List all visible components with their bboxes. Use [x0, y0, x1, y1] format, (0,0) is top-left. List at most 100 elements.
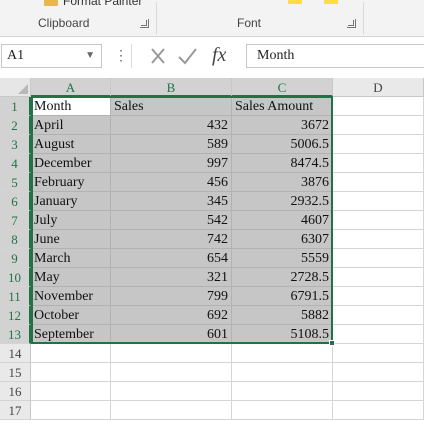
cell-b2[interactable]: 432 [111, 116, 232, 135]
row-header-1[interactable]: 1 [0, 97, 31, 116]
row-header-5[interactable]: 5 [0, 173, 31, 192]
cancel-icon[interactable] [146, 44, 170, 68]
cell-b15[interactable] [111, 363, 232, 382]
cell-c2[interactable]: 3672 [232, 116, 333, 135]
cell-d16[interactable] [333, 382, 424, 401]
cell-b16[interactable] [111, 382, 232, 401]
format-painter-icon[interactable] [44, 0, 58, 6]
format-painter-button[interactable]: Format Painter [63, 0, 142, 8]
cell-b6[interactable]: 345 [111, 192, 232, 211]
cell-d9[interactable] [333, 249, 424, 268]
cell-c13[interactable]: 5108.5 [232, 325, 333, 344]
cell-a1[interactable]: Month [31, 97, 111, 116]
row-header-15[interactable]: 15 [0, 363, 31, 382]
cell-a5[interactable]: February [31, 173, 111, 192]
cell-c10[interactable]: 2728.5 [232, 268, 333, 287]
row-header-9[interactable]: 9 [0, 249, 31, 268]
cell-a7[interactable]: July [31, 211, 111, 230]
cell-c14[interactable] [232, 344, 333, 363]
more-options-icon[interactable]: ⋮ [114, 47, 128, 64]
cell-d6[interactable] [333, 192, 424, 211]
cell-b5[interactable]: 456 [111, 173, 232, 192]
row-header-6[interactable]: 6 [0, 192, 31, 211]
cell-c12[interactable]: 5882 [232, 306, 333, 325]
cell-b14[interactable] [111, 344, 232, 363]
highlight-color-icon[interactable] [288, 0, 302, 4]
cell-c8[interactable]: 6307 [232, 230, 333, 249]
cell-c1[interactable]: Sales Amount [232, 97, 333, 116]
row-header-11[interactable]: 11 [0, 287, 31, 306]
cell-c6[interactable]: 2932.5 [232, 192, 333, 211]
cell-c5[interactable]: 3876 [232, 173, 333, 192]
cell-b10[interactable]: 321 [111, 268, 232, 287]
cell-d14[interactable] [333, 344, 424, 363]
chevron-down-icon[interactable]: ▼ [85, 50, 95, 61]
cell-b8[interactable]: 742 [111, 230, 232, 249]
cell-a9[interactable]: March [31, 249, 111, 268]
select-all-corner[interactable] [0, 78, 31, 97]
cell-a12[interactable]: October [31, 306, 111, 325]
row-header-4[interactable]: 4 [0, 154, 31, 173]
cell-d1[interactable] [333, 97, 424, 116]
cell-b7[interactable]: 542 [111, 211, 232, 230]
cell-a6[interactable]: January [31, 192, 111, 211]
enter-check-icon[interactable] [175, 44, 199, 68]
formula-input[interactable]: Month [246, 44, 424, 68]
cell-b3[interactable]: 589 [111, 135, 232, 154]
cell-a17[interactable] [31, 401, 111, 420]
cell-d12[interactable] [333, 306, 424, 325]
cell-c9[interactable]: 5559 [232, 249, 333, 268]
cell-b11[interactable]: 799 [111, 287, 232, 306]
cell-a10[interactable]: May [31, 268, 111, 287]
cell-b13[interactable]: 601 [111, 325, 232, 344]
cell-a8[interactable]: June [31, 230, 111, 249]
cell-b12[interactable]: 692 [111, 306, 232, 325]
cell-a13[interactable]: September [31, 325, 111, 344]
row-header-10[interactable]: 10 [0, 268, 31, 287]
cell-a16[interactable] [31, 382, 111, 401]
row-header-2[interactable]: 2 [0, 116, 31, 135]
cell-c17[interactable] [232, 401, 333, 420]
cell-b9[interactable]: 654 [111, 249, 232, 268]
name-box[interactable]: A1 ▼ [1, 44, 102, 68]
cell-a15[interactable] [31, 363, 111, 382]
row-header-17[interactable]: 17 [0, 401, 31, 420]
row-header-3[interactable]: 3 [0, 135, 31, 154]
cell-d3[interactable] [333, 135, 424, 154]
cell-c3[interactable]: 5006.5 [232, 135, 333, 154]
column-header-c[interactable]: C [232, 78, 333, 97]
cell-b1[interactable]: Sales [111, 97, 232, 116]
row-header-13[interactable]: 13 [0, 325, 31, 344]
font-color-icon[interactable] [324, 0, 338, 4]
cell-c7[interactable]: 4607 [232, 211, 333, 230]
cell-c16[interactable] [232, 382, 333, 401]
cell-d8[interactable] [333, 230, 424, 249]
cell-b4[interactable]: 997 [111, 154, 232, 173]
cell-d10[interactable] [333, 268, 424, 287]
cell-a11[interactable]: November [31, 287, 111, 306]
cell-a14[interactable] [31, 344, 111, 363]
cell-a2[interactable]: April [31, 116, 111, 135]
cell-b17[interactable] [111, 401, 232, 420]
cell-a4[interactable]: December [31, 154, 111, 173]
cell-a3[interactable]: August [31, 135, 111, 154]
column-header-b[interactable]: B [111, 78, 232, 97]
spreadsheet-grid[interactable]: A B C D 1 Month Sales Sales Amount 2 April 432 3672… [0, 78, 424, 423]
font-dialog-launcher-icon[interactable] [347, 19, 356, 28]
column-header-d[interactable]: D [333, 78, 424, 97]
cell-c15[interactable] [232, 363, 333, 382]
cell-d13[interactable] [333, 325, 424, 344]
fill-handle[interactable] [329, 340, 335, 346]
cell-d7[interactable] [333, 211, 424, 230]
cell-d2[interactable] [333, 116, 424, 135]
clipboard-dialog-launcher-icon[interactable] [140, 19, 149, 28]
cell-c4[interactable]: 8474.5 [232, 154, 333, 173]
row-header-8[interactable]: 8 [0, 230, 31, 249]
cell-d5[interactable] [333, 173, 424, 192]
cell-d11[interactable] [333, 287, 424, 306]
row-header-16[interactable]: 16 [0, 382, 31, 401]
row-header-12[interactable]: 12 [0, 306, 31, 325]
cell-d17[interactable] [333, 401, 424, 420]
row-header-7[interactable]: 7 [0, 211, 31, 230]
insert-function-icon[interactable]: fx [212, 44, 226, 67]
